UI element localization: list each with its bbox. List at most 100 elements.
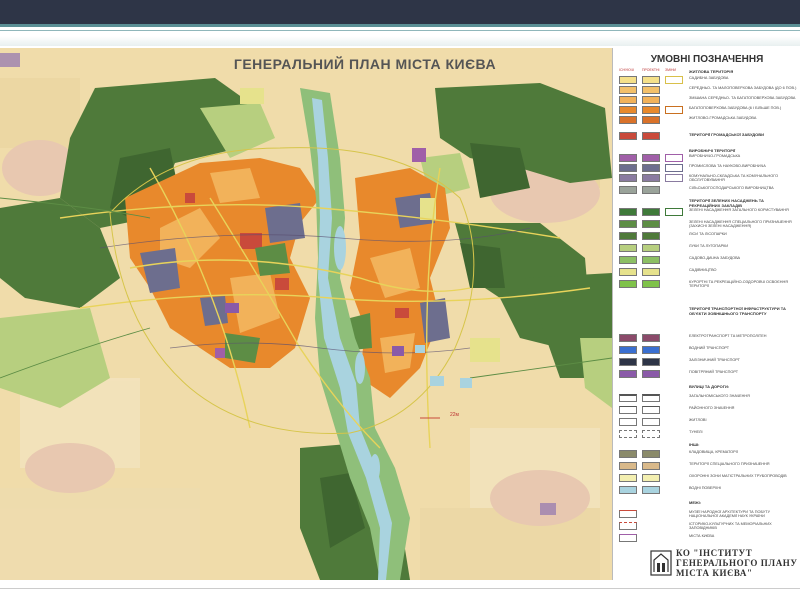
- legend-swatch: [619, 154, 637, 162]
- legend-item: ВОДНІ ПОВЕРХНІ: [619, 486, 799, 495]
- legend-swatch: [642, 346, 660, 354]
- legend-swatch: [619, 186, 637, 194]
- legend-item: ЗЕЛЕНІ НАСАДЖЕННЯ ЗАГАЛЬНОГО КОРИСТУВАНН…: [619, 208, 799, 217]
- legend-item: ЛІСИ ТА ЛІСОПАРКИ: [619, 232, 799, 241]
- legend-item: [619, 132, 799, 141]
- legend-title: УМОВНІ ПОЗНАЧЕННЯ: [650, 54, 764, 65]
- legend-item: ЛУКИ ТА ЛУГОПАРКИ: [619, 244, 799, 253]
- legend-item: КЛАДОВИЩА, КРЕМАТОРІЇ: [619, 450, 799, 459]
- legend-swatch: [619, 334, 637, 342]
- legend-swatch: [642, 268, 660, 276]
- legend-item-label: ВОДНИЙ ТРАНСПОРТ: [689, 346, 730, 350]
- legend-item: ЗАГАЛЬНОМІСЬКОГО ЗНАЧЕННЯ: [619, 394, 799, 403]
- legend-swatch: [642, 86, 660, 94]
- legend-item: ВИРОБНИЧО-ГРОМАДСЬКА: [619, 154, 799, 163]
- legend-item: КОМУНАЛЬНО-СКЛАДСЬКА ТА КОМУНАЛЬНОГО ОБС…: [619, 174, 799, 183]
- legend-swatch: [642, 358, 660, 366]
- legend-swatch: [642, 220, 660, 228]
- legend-swatch: [619, 280, 637, 288]
- legend-swatch: [665, 208, 683, 216]
- legend-item-label: ЕЛЕКТРОТРАНСПОРТ ТА МЕТРОПОЛІТЕН: [689, 334, 767, 338]
- legend-item: ПОВІТРЯНИЙ ТРАНСПОРТ: [619, 370, 799, 379]
- legend-item-label: МУЗЕЇ НАРОДНОЇ АРХІТЕКТУРИ ТА ПОБУТУ НАЦ…: [689, 510, 771, 518]
- legend-swatch: [619, 208, 637, 216]
- legend-swatch: [642, 394, 660, 402]
- map-title: ГЕНЕРАЛЬНИЙ ПЛАН МІСТА КИЄВА: [233, 56, 497, 72]
- header-gradient: [0, 36, 800, 46]
- legend-item: РАЙОННОГО ЗНАЧЕННЯ: [619, 406, 799, 415]
- legend-swatch: [619, 76, 637, 84]
- legend-swatch: [619, 510, 637, 518]
- legend-swatch: [642, 370, 660, 378]
- legend-swatch: [642, 406, 660, 414]
- legend-swatch: [619, 116, 637, 124]
- legend-item: ЖИТЛОВО-ГРОМАДСЬКА ЗАБУДОВА: [619, 116, 799, 125]
- legend-item: СЕРЕДНЬО- ТА МАЛОПОВЕРХОВА ЗАБУДОВА (ДО …: [619, 86, 799, 95]
- legend-item-label: САДІВНИЦТВО: [689, 268, 717, 272]
- institute-logo-icon: [650, 550, 672, 576]
- legend-swatch: [642, 474, 660, 482]
- legend-swatch: [642, 96, 660, 104]
- legend-swatch: [619, 220, 637, 228]
- legend-swatch: [642, 186, 660, 194]
- legend-column-heads: ІСНУЮЧІ ПРОЕКТНІ ЗМІНИ: [619, 68, 688, 72]
- legend-item-label: ЗЕЛЕНІ НАСАДЖЕННЯ ЗАГАЛЬНОГО КОРИСТУВАНН…: [689, 208, 789, 212]
- legend-item: СІЛЬСЬКОГОСПОДАРСЬКОГО ВИРОБНИЦТВА: [619, 186, 799, 195]
- legend-swatch: [642, 244, 660, 252]
- institute-line-1: КО "ІНСТИТУТ: [676, 548, 753, 558]
- institute-line-3: МІСТА КИЄВА": [676, 568, 753, 578]
- legend-item-label: СЕРЕДНЬО- ТА МАЛОПОВЕРХОВА ЗАБУДОВА (ДО …: [689, 86, 797, 90]
- legend-swatch: [642, 106, 660, 114]
- legend-swatch: [642, 280, 660, 288]
- legend-swatch: [619, 268, 637, 276]
- legend-swatch: [665, 76, 683, 84]
- legend-swatch: [619, 370, 637, 378]
- legend-item: ЗМІШАНА СЕРЕДНЬО- ТА БАГАТОПОВЕРХОВА ЗАБ…: [619, 96, 799, 105]
- legend-item-label: СІЛЬСЬКОГОСПОДАРСЬКОГО ВИРОБНИЦТВА: [689, 186, 774, 190]
- legend-item-label: САДОВО-ДАЧНА ЗАБУДОВА: [689, 256, 741, 260]
- legend-panel: УМОВНІ ПОЗНАЧЕННЯ ІСНУЮЧІ ПРОЕКТНІ ЗМІНИ Ж…: [612, 48, 800, 580]
- legend-swatch: [619, 450, 637, 458]
- legend-item-label: ЖИТЛОВІ: [689, 418, 707, 422]
- legend-item: ОХОРОННІ ЗОНИ МАГІСТРАЛЬНИХ ТРУБОПРОВОДІ…: [619, 474, 799, 483]
- legend-section: ТЕРИТОРІЇ ЗЕЛЕНИХ НАСАДЖЕНЬ ТА РЕКРЕАЦІЙ…: [689, 198, 764, 208]
- legend-swatch: [619, 244, 637, 252]
- header-accent-line: [0, 24, 800, 27]
- legend-swatch: [619, 430, 637, 438]
- legend-item-label: ПРОМИСЛОВА ТА НАУКОВО-ВИРОБНИЧА: [689, 164, 766, 168]
- institute-signature: КО "ІНСТИТУТ ГЕНЕРАЛЬНОГО ПЛАНУ МІСТА КИ…: [650, 548, 800, 578]
- legend-swatch: [642, 430, 660, 438]
- legend-swatch: [642, 418, 660, 426]
- legend-item: ЖИТЛОВІ: [619, 418, 799, 427]
- legend-swatch: [642, 450, 660, 458]
- legend-item-label: ВИРОБНИЧО-ГРОМАДСЬКА: [689, 154, 741, 158]
- legend-swatch: [665, 164, 683, 172]
- legend-item-label: БАГАТОПОВЕРХОВА ЗАБУДОВА (6 І БІЛЬШЕ ПОВ…: [689, 106, 782, 110]
- legend-item-label: ЗАГАЛЬНОМІСЬКОГО ЗНАЧЕННЯ: [689, 394, 750, 398]
- legend-col-changes: ЗМІНИ: [665, 68, 677, 72]
- legend-item-label: ЗЕЛЕНІ НАСАДЖЕННЯ СПЕЦІАЛЬНОГО ПРИЗНАЧЕН…: [689, 220, 792, 228]
- legend-swatch: [619, 462, 637, 470]
- legend-section: ЖИТЛОВА ТЕРИТОРІЯ: [689, 69, 734, 74]
- legend-swatch: [619, 132, 637, 140]
- legend-section: МЕЖІ:: [689, 500, 702, 505]
- map-label: 22м: [450, 412, 459, 418]
- kyiv-master-plan-map: [0, 48, 612, 580]
- legend-col-existing: ІСНУЮЧІ: [619, 68, 634, 72]
- legend-item-label: ЛІСИ ТА ЛІСОПАРКИ: [689, 232, 727, 236]
- legend-item-label: ЗМІШАНА СЕРЕДНЬО- ТА БАГАТОПОВЕРХОВА ЗАБ…: [689, 96, 796, 100]
- legend-item: ПРОМИСЛОВА ТА НАУКОВО-ВИРОБНИЧА: [619, 164, 799, 173]
- legend-swatch: [642, 132, 660, 140]
- legend-swatch: [642, 76, 660, 84]
- legend-item-label: КОМУНАЛЬНО-СКЛАДСЬКА ТА КОМУНАЛЬНОГО ОБС…: [689, 174, 779, 182]
- legend-item: ТУНЕЛІ: [619, 430, 799, 439]
- legend-swatch: [642, 164, 660, 172]
- legend-swatch: [665, 174, 683, 182]
- legend-item: ІСТОРИКО-КУЛЬТУРНИХ ТА МЕМОРІАЛЬНИХ ЗАПО…: [619, 522, 799, 531]
- legend-swatch: [665, 106, 683, 114]
- legend-item: КУРОРТНІ ТА РЕКРЕАЦІЙНО-ОЗДОРОВЧІ ОСВОЄН…: [619, 280, 799, 289]
- legend-item-label: ЗАЛІЗНИЧНИЙ ТРАНСПОРТ: [689, 358, 740, 362]
- legend-swatch: [619, 86, 637, 94]
- legend-swatch: [619, 358, 637, 366]
- institute-line-2: ГЕНЕРАЛЬНОГО ПЛАНУ: [676, 558, 798, 568]
